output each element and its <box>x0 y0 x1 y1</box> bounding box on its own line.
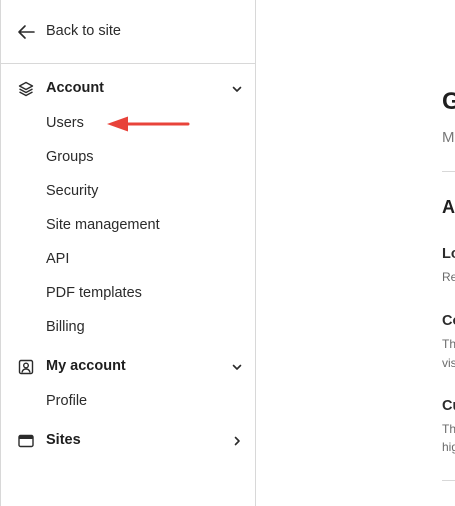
sidebar-item-profile[interactable]: Profile <box>46 393 87 409</box>
sidebar-item-api[interactable]: API <box>46 251 69 267</box>
option-description: Th <box>442 337 455 351</box>
sidebar-item-groups[interactable]: Groups <box>46 149 94 165</box>
sidebar-section-my-account[interactable]: My account <box>1 353 255 381</box>
option-title: Lo <box>442 246 455 262</box>
sidebar-section-label: My account <box>46 358 126 374</box>
browser-window-icon <box>18 434 34 448</box>
divider <box>442 171 455 172</box>
chevron-down-icon <box>232 364 242 370</box>
page-subtitle: M <box>442 129 455 146</box>
settings-sidebar: Back to site Account Users Groups Securi… <box>0 0 256 506</box>
option-description: hig <box>442 440 455 454</box>
option-title: Co <box>442 313 455 329</box>
back-to-site-link[interactable]: Back to site <box>1 0 255 64</box>
sidebar-item-pdf-templates[interactable]: PDF templates <box>46 285 142 301</box>
page-title: G <box>442 88 455 115</box>
arrow-left-icon <box>18 25 35 39</box>
sidebar-item-security[interactable]: Security <box>46 183 98 199</box>
option-description: vis <box>442 356 455 370</box>
sidebar-item-billing[interactable]: Billing <box>46 319 85 335</box>
option-title: Cu <box>442 398 455 414</box>
sidebar-item-users[interactable]: Users <box>46 115 84 131</box>
option-description: Re <box>442 270 455 284</box>
sidebar-section-account[interactable]: Account <box>1 75 255 103</box>
chevron-right-icon <box>234 436 240 446</box>
sidebar-section-label: Account <box>46 80 104 96</box>
option-description: Th <box>442 422 455 436</box>
back-to-site-label: Back to site <box>46 23 121 39</box>
divider <box>442 480 455 481</box>
sidebar-item-site-management[interactable]: Site management <box>46 217 160 233</box>
sidebar-section-sites[interactable]: Sites <box>1 427 255 455</box>
user-square-icon <box>18 359 34 375</box>
sidebar-section-label: Sites <box>46 432 81 448</box>
section-heading: A <box>442 197 455 217</box>
layers-icon <box>18 81 34 97</box>
annotation-arrow-icon <box>107 116 190 132</box>
chevron-down-icon <box>232 86 242 92</box>
